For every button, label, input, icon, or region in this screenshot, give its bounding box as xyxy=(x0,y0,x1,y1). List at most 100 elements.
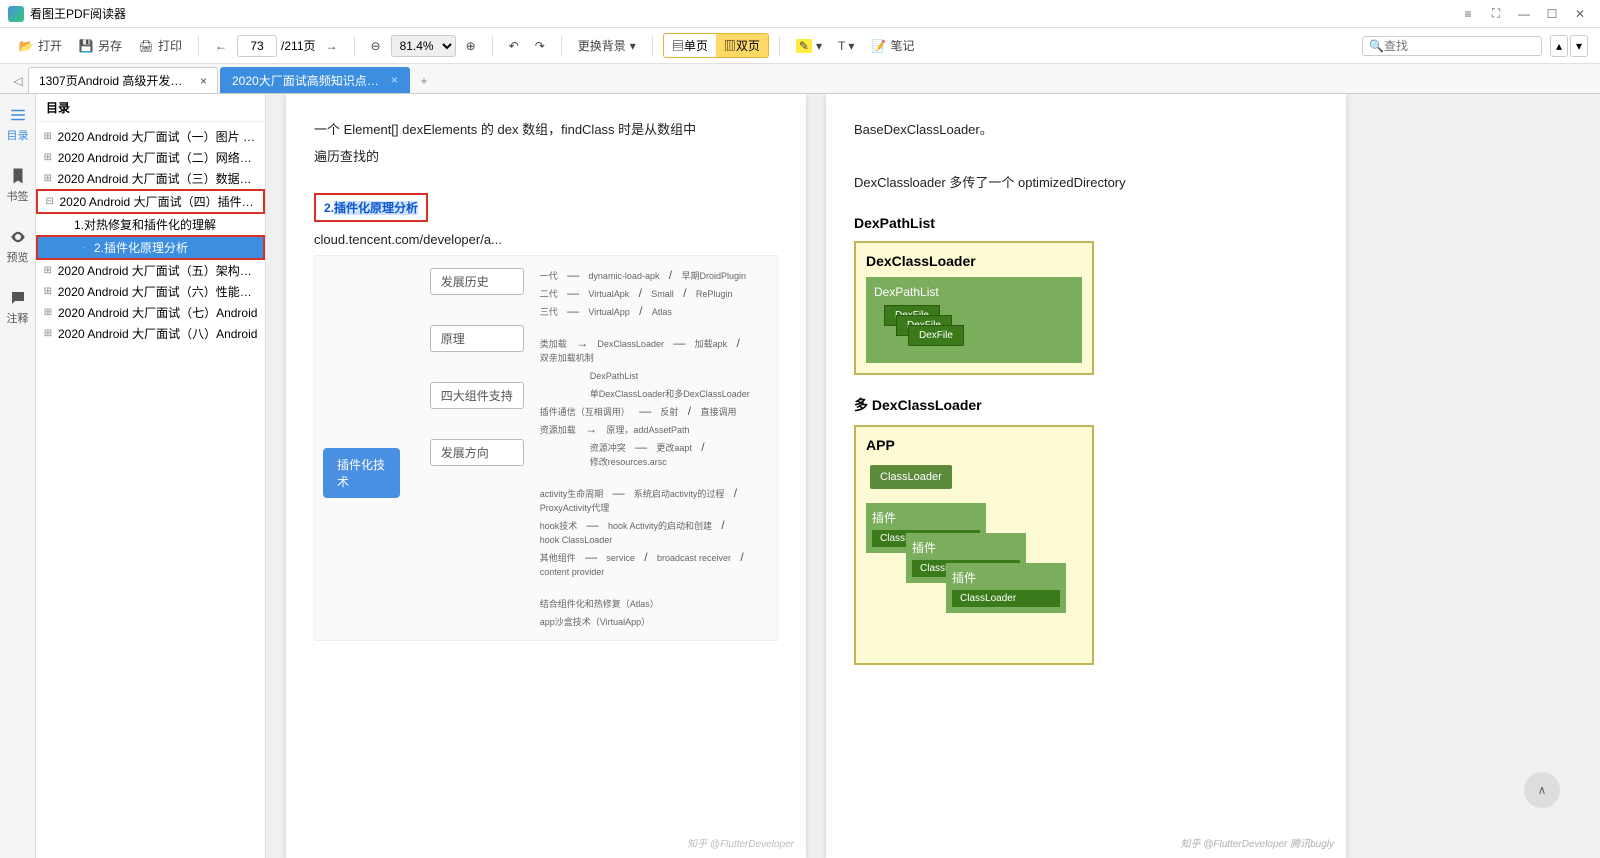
expand-icon[interactable] xyxy=(42,131,54,142)
pdf-page-right: BaseDexClassLoader。 DexClassloader 多传了一个… xyxy=(826,94,1346,858)
tree-label: 2020 Android 大厂面试（一）图片 含答 xyxy=(58,128,259,145)
background-button[interactable]: 更换背景 ▾ xyxy=(572,33,642,58)
bookmark-icon xyxy=(9,167,27,185)
tab-back-button[interactable]: ◁ xyxy=(8,69,28,93)
prev-page-button[interactable]: ← xyxy=(209,35,233,57)
toolbar: 📂打开 💾另存 🖨打印 ← /211页 → ⊖ 81.4% ⊕ ↶ ↷ 更换背景… xyxy=(0,28,1600,64)
outline-header: 目录 xyxy=(36,94,265,122)
list-icon xyxy=(9,106,27,124)
close-button[interactable]: ✕ xyxy=(1568,4,1592,24)
body-text: 遍历查找的 xyxy=(314,145,778,168)
mm-node: 原理 xyxy=(430,325,524,352)
folder-icon: 📂 xyxy=(18,38,34,54)
save-as-button[interactable]: 💾另存 xyxy=(72,33,128,58)
preview-tab[interactable]: 预览 xyxy=(3,224,33,269)
tab-1[interactable]: 2020大厂面试高频知识点汇总.p × xyxy=(220,67,410,93)
heading: 多 DexClassLoader xyxy=(854,395,1318,415)
mm-node: 发展历史 xyxy=(430,268,524,295)
search-icon: 🔍 xyxy=(1369,39,1384,53)
tab-0[interactable]: 1307页Android 高级开发面试题 × xyxy=(28,67,218,93)
main: 目录 书签 预览 注释 目录 2020 Android 大厂面试（一）图片 含答… xyxy=(0,94,1600,858)
scroll-top-button[interactable]: ∧ xyxy=(1524,772,1560,808)
expand-icon[interactable] xyxy=(42,265,54,276)
body-text: 一个 Element[] dexElements 的 dex 数组，findCl… xyxy=(314,118,778,141)
heading: DexPathList xyxy=(854,215,1318,231)
mm-node: 发展方向 xyxy=(430,439,524,466)
page-input[interactable] xyxy=(237,35,277,57)
expand-icon[interactable] xyxy=(44,196,56,207)
text-tool-button[interactable]: T ▾ xyxy=(832,35,860,57)
expand-icon[interactable] xyxy=(42,152,54,163)
print-button[interactable]: 🖨打印 xyxy=(132,33,188,58)
zoom-select[interactable]: 81.4% xyxy=(391,35,456,57)
tree-item[interactable]: 2020 Android 大厂面试（四）插件化、 xyxy=(36,189,265,214)
tree-label: 2020 Android 大厂面试（八）Android xyxy=(58,325,257,342)
double-page-button[interactable]: ▥双页 xyxy=(716,34,768,57)
redo-button[interactable]: ↷ xyxy=(529,35,551,57)
undo-button[interactable]: ↶ xyxy=(503,35,525,57)
annotation-tab[interactable]: 注释 xyxy=(3,285,33,330)
print-icon: 🖨 xyxy=(138,38,154,54)
sidebar-rail: 目录 书签 预览 注释 xyxy=(0,94,36,858)
link-text: cloud.tencent.com/developer/a... xyxy=(314,228,778,251)
tree-label: 2.插件化原理分析 xyxy=(94,239,188,256)
expand-button[interactable]: ⛶ xyxy=(1484,4,1508,24)
expand-icon[interactable] xyxy=(58,219,70,230)
tab-add-button[interactable]: + xyxy=(412,69,436,93)
search-next-button[interactable]: ▾ xyxy=(1570,35,1588,57)
tree-item[interactable]: 2020 Android 大厂面试（一）图片 含答 xyxy=(36,126,265,147)
outline-tab[interactable]: 目录 xyxy=(3,102,33,147)
single-page-button[interactable]: ▤单页 xyxy=(664,34,716,57)
maximize-button[interactable]: ☐ xyxy=(1540,4,1564,24)
watermark: 知乎 @FlutterDeveloper 腾讯bugly xyxy=(1180,835,1334,850)
expand-icon[interactable] xyxy=(42,328,54,339)
page-total: /211页 xyxy=(281,37,315,54)
body-text: BaseDexClassLoader。 xyxy=(854,118,1318,141)
eye-icon xyxy=(9,228,27,246)
mm-node: 四大组件支持 xyxy=(430,382,524,409)
tree-item[interactable]: 2020 Android 大厂面试（二）网络和安 xyxy=(36,147,265,168)
tree-label: 2020 Android 大厂面试（二）网络和安 xyxy=(58,149,259,166)
tree-item[interactable]: 2.插件化原理分析 xyxy=(36,235,265,260)
view-toggle: ▤单页 ▥双页 xyxy=(663,33,769,58)
search-prev-button[interactable]: ▴ xyxy=(1550,35,1568,57)
watermark: 知乎 @FlutterDeveloper xyxy=(687,835,794,850)
close-icon[interactable]: × xyxy=(200,74,207,88)
app-icon xyxy=(8,6,24,22)
open-button[interactable]: 📂打开 xyxy=(12,33,68,58)
search-input[interactable] xyxy=(1384,39,1539,53)
highlight-button[interactable]: ✎ ▾ xyxy=(790,35,828,57)
tree-label: 2020 Android 大厂面试（四）插件化、 xyxy=(60,193,258,210)
notes-button[interactable]: 📝笔记 xyxy=(864,33,920,58)
outline-tree: 2020 Android 大厂面试（一）图片 含答 2020 Android 大厂… xyxy=(36,122,265,858)
zoom-out-button[interactable]: ⊖ xyxy=(365,35,387,57)
pdf-page-left: 一个 Element[] dexElements 的 dex 数组，findCl… xyxy=(286,94,806,858)
save-icon: 💾 xyxy=(78,38,94,54)
expand-icon[interactable] xyxy=(42,173,54,184)
tree-item[interactable]: 2020 Android 大厂面试（五）架构设计 xyxy=(36,260,265,281)
content-area[interactable]: 一个 Element[] dexElements 的 dex 数组，findCl… xyxy=(266,94,1600,858)
tree-label: 2020 Android 大厂面试（五）架构设计 xyxy=(58,262,259,279)
tree-item[interactable]: 2020 Android 大厂面试（三）数据库 含 xyxy=(36,168,265,189)
minimize-button[interactable]: — xyxy=(1512,4,1536,24)
mindmap-diagram: 插件化技术 发展历史 原理 四大组件支持 发展方向 xyxy=(314,255,778,641)
menu-button[interactable]: ≡ xyxy=(1456,4,1480,24)
app-title: 看图王PDF阅读器 xyxy=(30,5,126,22)
expand-icon[interactable] xyxy=(42,286,54,297)
next-page-button[interactable]: → xyxy=(320,35,344,57)
tree-item[interactable]: 1.对热修复和插件化的理解 xyxy=(36,214,265,235)
tree-label: 2020 Android 大厂面试（七）Android xyxy=(58,304,257,321)
expand-icon[interactable] xyxy=(78,242,90,253)
section-heading: 2.插件化原理分析 xyxy=(314,193,428,222)
expand-icon[interactable] xyxy=(42,307,54,318)
diagram-app: APP ClassLoader 插件ClassLoader 插件ClassLoa… xyxy=(854,425,1094,665)
close-icon[interactable]: × xyxy=(391,73,398,87)
tree-label: 2020 Android 大厂面试（三）数据库 含 xyxy=(58,170,259,187)
tree-item[interactable]: 2020 Android 大厂面试（六）性能优化 xyxy=(36,281,265,302)
zoom-in-button[interactable]: ⊕ xyxy=(460,35,482,57)
tree-label: 2020 Android 大厂面试（六）性能优化 xyxy=(58,283,259,300)
tree-item[interactable]: 2020 Android 大厂面试（七）Android xyxy=(36,302,265,323)
outline-panel: 目录 2020 Android 大厂面试（一）图片 含答2020 Android… xyxy=(36,94,266,858)
tree-item[interactable]: 2020 Android 大厂面试（八）Android xyxy=(36,323,265,344)
bookmark-tab[interactable]: 书签 xyxy=(3,163,33,208)
